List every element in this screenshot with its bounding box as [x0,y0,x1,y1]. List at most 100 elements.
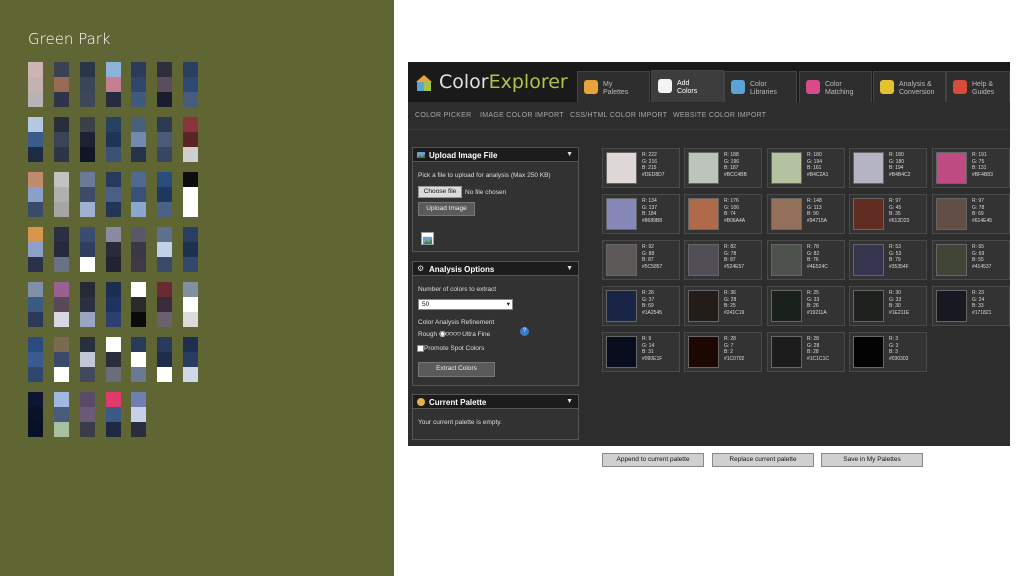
swatch-chip[interactable] [688,336,719,368]
color-swatch[interactable]: R: 82 G: 78 B: 87 #524E57 [684,240,762,280]
subnav-website-color-import[interactable]: WEBSITE COLOR IMPORT [673,112,766,119]
swatch-chip[interactable] [606,198,637,230]
swatch-chip[interactable] [606,290,637,322]
subnav-css-html-color-import[interactable]: CSS/HTML COLOR IMPORT [570,112,667,119]
color-swatch[interactable]: R: 180 G: 194 B: 161 #B4C2A1 [767,148,845,188]
color-swatch[interactable]: R: 97 G: 45 B: 35 #612D23 [849,194,927,234]
tab-lifebuoy[interactable]: Help & Guides [946,71,1010,102]
swatch-chip[interactable] [688,290,719,322]
swatch-chip[interactable] [936,152,967,184]
swatch-chip[interactable] [853,336,884,368]
color-swatch[interactable]: R: 134 G: 137 B: 184 #8689B8 [602,194,680,234]
color-swatch[interactable]: R: 176 G: 106 B: 74 #B06A4A [684,194,762,234]
swatch-chip[interactable] [936,244,967,276]
swatch-chip[interactable] [688,152,719,184]
colors-count-select[interactable]: 50 ▾ [418,299,513,310]
swatch-chip[interactable] [688,244,719,276]
choose-file-button[interactable]: Choose file [418,186,462,198]
color-swatch[interactable]: R: 78 G: 82 B: 76 #4E524C [767,240,845,280]
help-icon[interactable]: ? [520,327,529,336]
collapse-caret-icon[interactable]: ▼ [566,151,573,158]
moodboard-swatch [28,257,43,272]
color-swatch[interactable]: R: 36 G: 28 B: 25 #241C19 [684,286,762,326]
color-swatch[interactable]: R: 30 G: 33 B: 30 #1E211E [849,286,927,326]
color-swatch[interactable]: R: 9 G: 14 B: 31 #090E1F [602,332,680,372]
append-palette-button[interactable]: Append to current palette [602,453,704,467]
tab-brush[interactable]: Add Colors [651,70,724,102]
current-palette-panel: Current Palette ▼ Your current palette i… [412,394,579,440]
moodboard-swatch-column [54,337,69,382]
refinement-slider[interactable]: Rough ◉○○○○ Ultra Fine [418,329,490,338]
replace-palette-button[interactable]: Replace current palette [712,453,814,467]
moodboard-swatch [131,92,146,107]
refinement-radio-group[interactable]: ◉○○○○ [439,329,461,338]
tab-palette[interactable]: My Palettes [577,71,650,102]
moodboard-swatch [131,257,146,272]
subnav-color-picker[interactable]: COLOR PICKER [415,112,472,119]
moodboard-swatch [28,407,43,422]
save-my-palettes-button[interactable]: Save in My Palettes [821,453,923,467]
swatch-chip[interactable] [771,152,802,184]
swatch-chip[interactable] [853,198,884,230]
color-swatch[interactable]: R: 28 G: 28 B: 28 #1C1C1C [767,332,845,372]
swatch-chip[interactable] [853,244,884,276]
palette-panel-header[interactable]: Current Palette ▼ [413,395,578,409]
promote-spot-colors[interactable]: Promote Spot Colors [417,345,484,352]
color-swatch[interactable]: R: 3 G: 3 B: 3 #030303 [849,332,927,372]
swatch-chip[interactable] [606,152,637,184]
swatch-chip[interactable] [771,290,802,322]
moodboard-swatch [106,352,121,367]
upload-image-button[interactable]: Upload Image [418,202,475,216]
moodboard-swatch [80,392,95,407]
moodboard-swatch [28,147,43,162]
moodboard-swatch-column [28,337,43,382]
tab-conversion[interactable]: Analysis & Conversion [873,71,946,102]
tab-library[interactable]: Color Libraries [724,71,797,102]
moodboard-swatch [54,282,69,297]
extract-colors-button[interactable]: Extract Colors [418,362,495,377]
color-swatch[interactable]: R: 28 G: 7 B: 2 #1C0702 [684,332,762,372]
color-swatch[interactable]: R: 148 G: 113 B: 90 #94715A [767,194,845,234]
analysis-panel-header[interactable]: ⚙ Analysis Options ▼ [413,262,578,276]
moodboard-swatch-column [54,392,69,437]
color-swatch[interactable]: R: 65 G: 69 B: 55 #414537 [932,240,1010,280]
moodboard-swatch [106,77,121,92]
moodboard-swatch-column [183,227,198,272]
moodboard-swatch-column [106,337,121,382]
color-swatch[interactable]: R: 97 G: 78 B: 69 #614E45 [932,194,1010,234]
moodboard-swatch-column [106,392,121,437]
tab-flower[interactable]: Color Matching [799,71,872,102]
moodboard-swatch-column [54,227,69,272]
color-swatch[interactable]: R: 23 G: 24 B: 33 #171821 [932,286,1010,326]
color-swatch[interactable]: R: 222 G: 216 B: 215 #DED8D7 [602,148,680,188]
moodboard-swatch-column [131,172,146,217]
collapse-caret-icon[interactable]: ▼ [566,265,573,272]
swatch-chip[interactable] [771,198,802,230]
upload-panel-header[interactable]: Upload Image File ▼ [413,148,578,162]
swatch-chip[interactable] [853,290,884,322]
color-swatch[interactable]: R: 53 G: 53 B: 79 #35354F [849,240,927,280]
moodboard-swatch [80,367,95,382]
swatch-chip[interactable] [606,244,637,276]
swatch-values: R: 36 G: 28 B: 25 #241C19 [724,290,745,316]
swatch-chip[interactable] [936,198,967,230]
moodboard-swatch [183,92,198,107]
moodboard-swatch-column [80,392,95,437]
color-swatch[interactable]: R: 180 G: 180 B: 194 #B4B4C2 [849,148,927,188]
subnav-image-color-import[interactable]: IMAGE COLOR IMPORT [480,112,564,119]
swatch-chip[interactable] [936,290,967,322]
color-swatch[interactable]: R: 92 G: 88 B: 87 #5C5857 [602,240,680,280]
swatch-chip[interactable] [606,336,637,368]
moodboard-swatch [54,202,69,217]
color-swatch[interactable]: R: 25 G: 33 B: 26 #19211A [767,286,845,326]
moodboard-swatch-column [106,117,121,162]
swatch-chip[interactable] [853,152,884,184]
color-swatch[interactable]: R: 188 G: 196 B: 187 #BCC4BB [684,148,762,188]
swatch-chip[interactable] [688,198,719,230]
swatch-chip[interactable] [771,336,802,368]
promote-checkbox[interactable] [417,345,424,352]
collapse-caret-icon[interactable]: ▼ [566,398,573,405]
color-swatch[interactable]: R: 191 G: 75 B: 131 #BF4B83 [932,148,1010,188]
swatch-chip[interactable] [771,244,802,276]
color-swatch[interactable]: R: 26 G: 37 B: 69 #1A2545 [602,286,680,326]
